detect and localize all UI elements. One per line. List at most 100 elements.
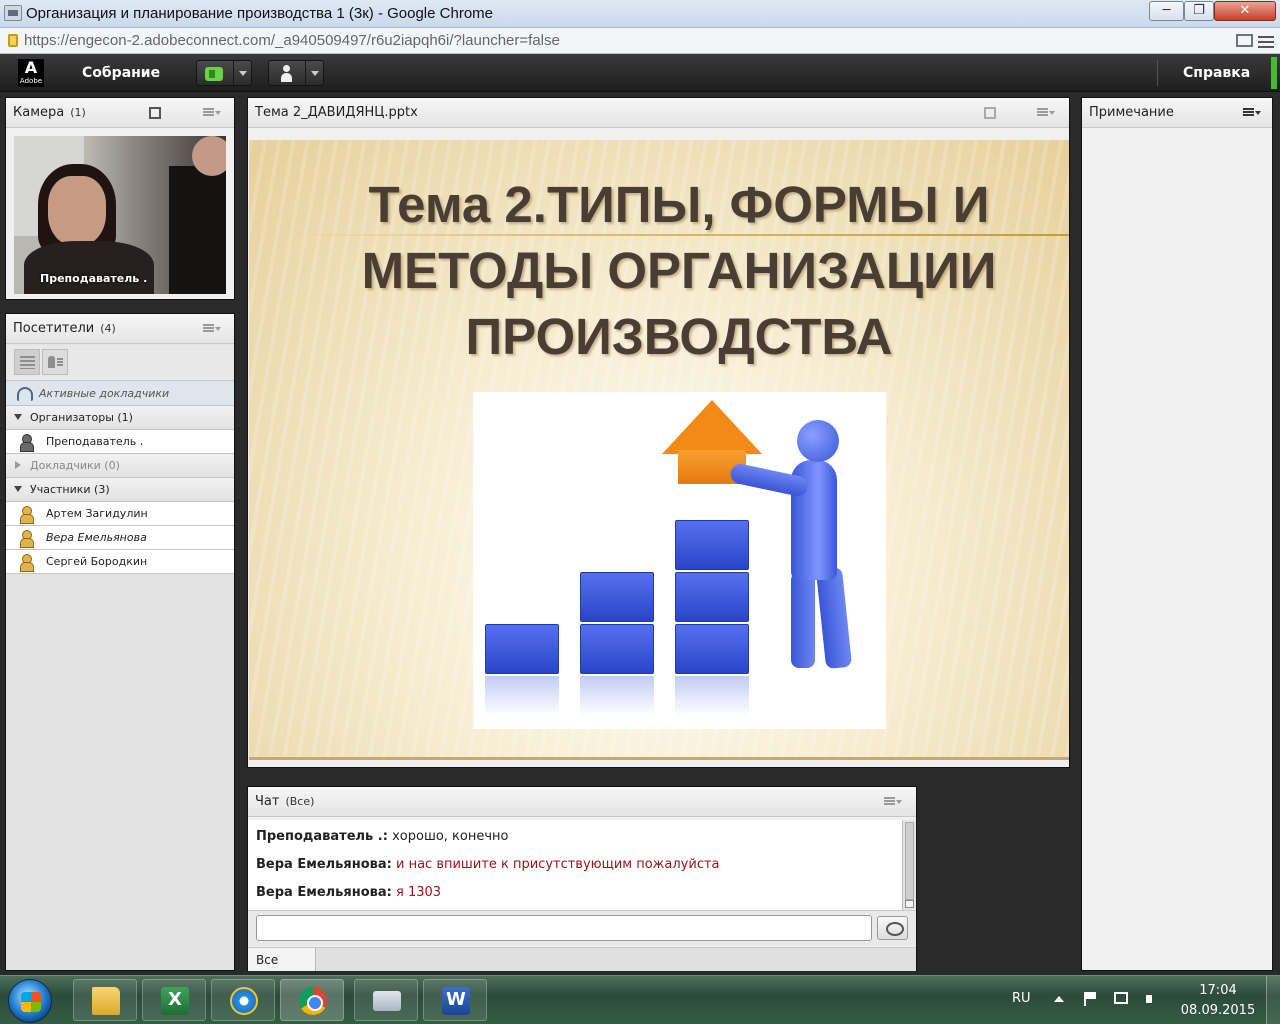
connection-status-indicator — [1271, 57, 1277, 89]
network-icon[interactable] — [1114, 992, 1128, 1004]
raise-hand-icon — [279, 65, 293, 82]
list-view-icon — [20, 356, 35, 369]
puzzle-block — [675, 520, 749, 570]
show-desktop-button[interactable] — [1266, 976, 1280, 1024]
attendees-pod-title: Посетители (4) — [13, 321, 116, 336]
keyboard-icon — [373, 991, 401, 1011]
chrome-menu-icon[interactable] — [1258, 33, 1274, 49]
chat-message-input[interactable] — [256, 915, 872, 941]
group-hosts-header[interactable]: Организаторы (1) — [6, 406, 234, 430]
attendee-name: Артем Загидулин — [46, 507, 148, 520]
chat-pod: Чат (Все) Преподаватель .: хорошо, конечн… — [247, 786, 917, 971]
attendee-row[interactable]: Преподаватель . — [6, 430, 234, 454]
list-view-button[interactable] — [14, 349, 40, 375]
group-presenters-header[interactable]: Докладчики (0) — [6, 454, 234, 478]
attendees-pod: Посетители (4) Активные докладчики Органи… — [5, 313, 235, 971]
note-pod-title: Примечание — [1089, 105, 1174, 120]
taskbar-chrome-button[interactable] — [280, 979, 344, 1021]
detail-view-button[interactable] — [42, 349, 68, 375]
cast-icon[interactable] — [1236, 34, 1253, 47]
lock-warning-icon[interactable] — [8, 34, 18, 47]
fullscreen-icon[interactable] — [982, 105, 998, 121]
puzzle-block — [675, 572, 749, 622]
chat-tab-all[interactable]: Все — [248, 948, 316, 971]
phone-icon — [17, 387, 33, 401]
attendees-toolbar — [6, 345, 234, 381]
camera-video: Преподаватель . — [14, 136, 226, 294]
status-dropdown-caret[interactable] — [305, 61, 323, 85]
taskbar-ie-button[interactable] — [211, 979, 275, 1021]
attendees-count: (4) — [100, 322, 116, 335]
clock-date[interactable]: 08.09.2015 — [1180, 1003, 1256, 1018]
scroll-down-arrow-icon[interactable] — [905, 900, 914, 908]
url-text[interactable]: https://engecon-2.adobeconnect.com/_a940… — [24, 32, 560, 49]
chat-sender: Преподаватель .: — [256, 829, 388, 844]
start-button[interactable] — [8, 979, 52, 1023]
language-indicator[interactable]: RU — [1012, 991, 1031, 1006]
adobe-logo: A Adobe — [18, 59, 44, 87]
host-user-icon — [19, 434, 34, 452]
pod-options-menu-icon[interactable] — [884, 797, 902, 807]
adobe-logo-letter: A — [24, 58, 38, 77]
attendee-row[interactable]: Сергей Бородкин — [6, 550, 234, 574]
participant-user-icon — [19, 506, 34, 524]
browser-title-bar: Организация и планирование производства … — [0, 0, 1280, 28]
pod-options-menu-icon[interactable] — [1243, 108, 1261, 118]
participant-user-icon — [19, 530, 34, 548]
expand-arrow-icon — [14, 414, 22, 420]
note-content[interactable] — [1082, 129, 1272, 970]
taskbar-keyboard-button[interactable] — [354, 979, 418, 1021]
camera-title-text: Камера — [13, 105, 65, 120]
send-message-button[interactable] — [877, 916, 908, 940]
status-button[interactable] — [268, 60, 324, 86]
participant-user-icon — [19, 554, 34, 572]
taskbar-excel-button[interactable] — [142, 979, 206, 1021]
attendee-name: Вера Емельянова — [46, 531, 147, 544]
camera-pod-title: Камера (1) — [13, 105, 86, 120]
help-menu[interactable]: Справка — [1183, 65, 1250, 81]
expand-arrow-icon — [14, 486, 22, 492]
active-speakers-label: Активные докладчики — [39, 387, 170, 400]
puzzle-block — [485, 624, 559, 674]
folder-icon — [92, 987, 120, 1015]
puzzle-block — [675, 624, 749, 674]
chat-sender: Вера Емельянова: — [256, 857, 392, 872]
clock-time[interactable]: 17:04 — [1190, 983, 1246, 998]
action-center-flag-icon[interactable] — [1084, 992, 1098, 1006]
pod-options-menu-icon[interactable] — [1037, 108, 1055, 118]
speaker-icon — [205, 67, 223, 81]
attendee-row[interactable]: Артем Загидулин — [6, 502, 234, 526]
menu-divider — [1157, 60, 1158, 86]
speaker-dropdown-caret[interactable] — [233, 61, 251, 85]
meeting-menu[interactable]: Собрание — [82, 65, 160, 81]
maximize-button[interactable]: ❐ — [1184, 1, 1214, 21]
chat-message-list: Преподаватель .: хорошо, конечно Вера Ем… — [248, 820, 902, 910]
active-speakers-row[interactable]: Активные докладчики — [6, 382, 234, 406]
speaker-button[interactable] — [196, 60, 252, 86]
chat-scrollbar[interactable] — [902, 820, 916, 910]
taskbar-word-button[interactable] — [423, 979, 487, 1021]
attendee-row[interactable]: Вера Емельянова — [6, 526, 234, 550]
address-bar[interactable]: https://engecon-2.adobeconnect.com/_a940… — [0, 28, 1280, 54]
taskbar-explorer-button[interactable] — [73, 979, 137, 1021]
chat-message: Преподаватель .: хорошо, конечно — [256, 829, 509, 844]
close-button[interactable]: ✕ — [1214, 1, 1276, 21]
show-hidden-icons-icon[interactable] — [1052, 992, 1066, 1006]
group-participants-header[interactable]: Участники (3) — [6, 478, 234, 502]
pod-options-menu-icon[interactable] — [203, 108, 221, 118]
chat-text: я 1303 — [396, 885, 442, 900]
share-pod: Тема 2_ДАВИДЯНЦ.pptx Тема 2.ТИПЫ, ФОРМЫ … — [247, 97, 1070, 768]
scrollbar-thumb[interactable] — [905, 822, 914, 900]
attendees-pod-header: Посетители (4) — [6, 314, 234, 344]
minimize-button[interactable]: ─ — [1149, 1, 1184, 21]
pod-options-menu-icon[interactable] — [203, 324, 221, 334]
excel-icon — [161, 987, 189, 1015]
fullscreen-icon[interactable] — [147, 105, 163, 121]
house-piece-icon — [662, 400, 762, 454]
group-hosts-label: Организаторы (1) — [30, 411, 133, 424]
chat-scope: (Все) — [285, 795, 315, 808]
presentation-slide: Тема 2.ТИПЫ, ФОРМЫ И МЕТОДЫ ОРГАНИЗАЦИИ … — [249, 140, 1069, 760]
volume-icon[interactable] — [1144, 992, 1158, 1006]
chat-pod-title: Чат (Все) — [255, 794, 314, 809]
connect-menu-bar: A Adobe Собрание Справка — [0, 54, 1280, 92]
